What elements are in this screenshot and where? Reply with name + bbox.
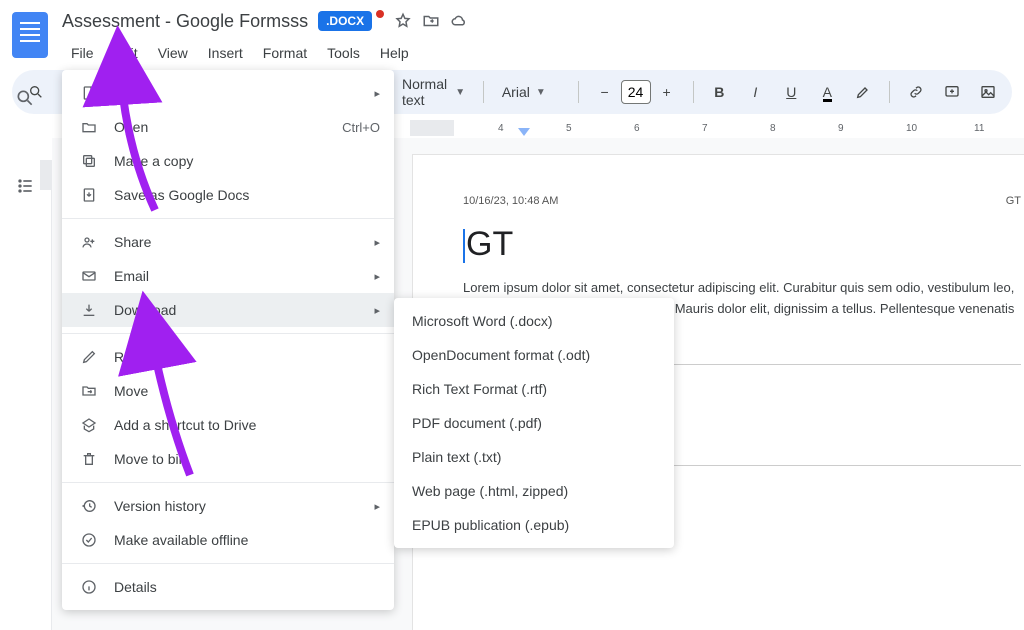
menu-new[interactable]: New▸ bbox=[62, 76, 394, 110]
ruler-tick: 8 bbox=[770, 123, 776, 134]
insert-image-icon[interactable] bbox=[974, 78, 1002, 106]
menu-offline[interactable]: Make available offline bbox=[62, 523, 394, 557]
menu-file[interactable]: File bbox=[62, 41, 103, 65]
menu-open[interactable]: OpenCtrl+O bbox=[62, 110, 394, 144]
underline-button[interactable]: U bbox=[777, 78, 805, 106]
menu-version-history[interactable]: Version history▸ bbox=[62, 489, 394, 523]
menu-save-as-gdocs[interactable]: Save as Google Docs bbox=[62, 178, 394, 212]
font-size-input[interactable] bbox=[621, 80, 651, 104]
docs-logo[interactable] bbox=[12, 12, 48, 58]
file-menu-dropdown: New▸ OpenCtrl+O Make a copy Save as Goog… bbox=[62, 70, 394, 610]
doc-timestamp: 10/16/23, 10:48 AM bbox=[463, 195, 558, 207]
menu-help[interactable]: Help bbox=[371, 41, 418, 65]
italic-button[interactable]: I bbox=[741, 78, 769, 106]
font-family-select[interactable]: Arial▼ bbox=[496, 84, 566, 100]
move-folder-icon[interactable] bbox=[422, 12, 440, 30]
download-odt[interactable]: OpenDocument format (.odt) bbox=[394, 338, 674, 372]
menu-add-shortcut[interactable]: Add a shortcut to Drive bbox=[62, 408, 394, 442]
highlight-button[interactable] bbox=[849, 78, 877, 106]
doc-heading[interactable]: GT bbox=[463, 225, 1021, 264]
ruler-tick: 10 bbox=[906, 123, 917, 134]
ruler-tick: 6 bbox=[634, 123, 640, 134]
menu-details[interactable]: Details bbox=[62, 570, 394, 604]
download-pdf[interactable]: PDF document (.pdf) bbox=[394, 406, 674, 440]
menu-make-copy[interactable]: Make a copy bbox=[62, 144, 394, 178]
doc-header-right: GT bbox=[1006, 195, 1021, 207]
menu-tools[interactable]: Tools bbox=[318, 41, 369, 65]
ruler-tick: 7 bbox=[702, 123, 708, 134]
menu-email[interactable]: Email▸ bbox=[62, 259, 394, 293]
download-epub[interactable]: EPUB publication (.epub) bbox=[394, 508, 674, 542]
outline-icon[interactable] bbox=[15, 176, 35, 196]
add-comment-icon[interactable] bbox=[938, 78, 966, 106]
vertical-ruler[interactable] bbox=[40, 160, 52, 630]
docx-badge: .DOCX bbox=[318, 11, 372, 31]
text-color-button[interactable]: A bbox=[813, 78, 841, 106]
search-icon[interactable] bbox=[15, 88, 35, 108]
menu-edit[interactable]: Edit bbox=[105, 41, 147, 65]
bold-button[interactable]: B bbox=[705, 78, 733, 106]
menu-move[interactable]: Move bbox=[62, 374, 394, 408]
ruler-tick: 11 bbox=[974, 123, 984, 134]
menu-format[interactable]: Format bbox=[254, 41, 316, 65]
menu-download[interactable]: Download▸ bbox=[62, 293, 394, 327]
cloud-status-icon[interactable] bbox=[450, 12, 468, 30]
indent-marker[interactable] bbox=[518, 128, 530, 138]
ruler-tick: 4 bbox=[498, 123, 504, 134]
download-txt[interactable]: Plain text (.txt) bbox=[394, 440, 674, 474]
unsaved-indicator bbox=[376, 10, 384, 18]
ruler-tick: 9 bbox=[838, 123, 844, 134]
decrease-font-icon[interactable]: − bbox=[591, 78, 619, 106]
increase-font-icon[interactable]: + bbox=[653, 78, 681, 106]
star-icon[interactable] bbox=[394, 12, 412, 30]
download-rtf[interactable]: Rich Text Format (.rtf) bbox=[394, 372, 674, 406]
menu-view[interactable]: View bbox=[149, 41, 197, 65]
ruler-tick: 5 bbox=[566, 123, 572, 134]
download-html[interactable]: Web page (.html, zipped) bbox=[394, 474, 674, 508]
menu-bar: File Edit View Insert Format Tools Help bbox=[62, 38, 1012, 68]
menu-move-to-bin[interactable]: Move to bin bbox=[62, 442, 394, 476]
insert-link-icon[interactable] bbox=[902, 78, 930, 106]
menu-insert[interactable]: Insert bbox=[199, 41, 252, 65]
download-submenu: Microsoft Word (.docx) OpenDocument form… bbox=[394, 298, 674, 548]
menu-rename[interactable]: Rename bbox=[62, 340, 394, 374]
download-docx[interactable]: Microsoft Word (.docx) bbox=[394, 304, 674, 338]
document-title[interactable]: Assessment - Google Formsss bbox=[62, 11, 308, 32]
paragraph-style-select[interactable]: Normal text▼ bbox=[396, 76, 471, 108]
menu-share[interactable]: Share▸ bbox=[62, 225, 394, 259]
